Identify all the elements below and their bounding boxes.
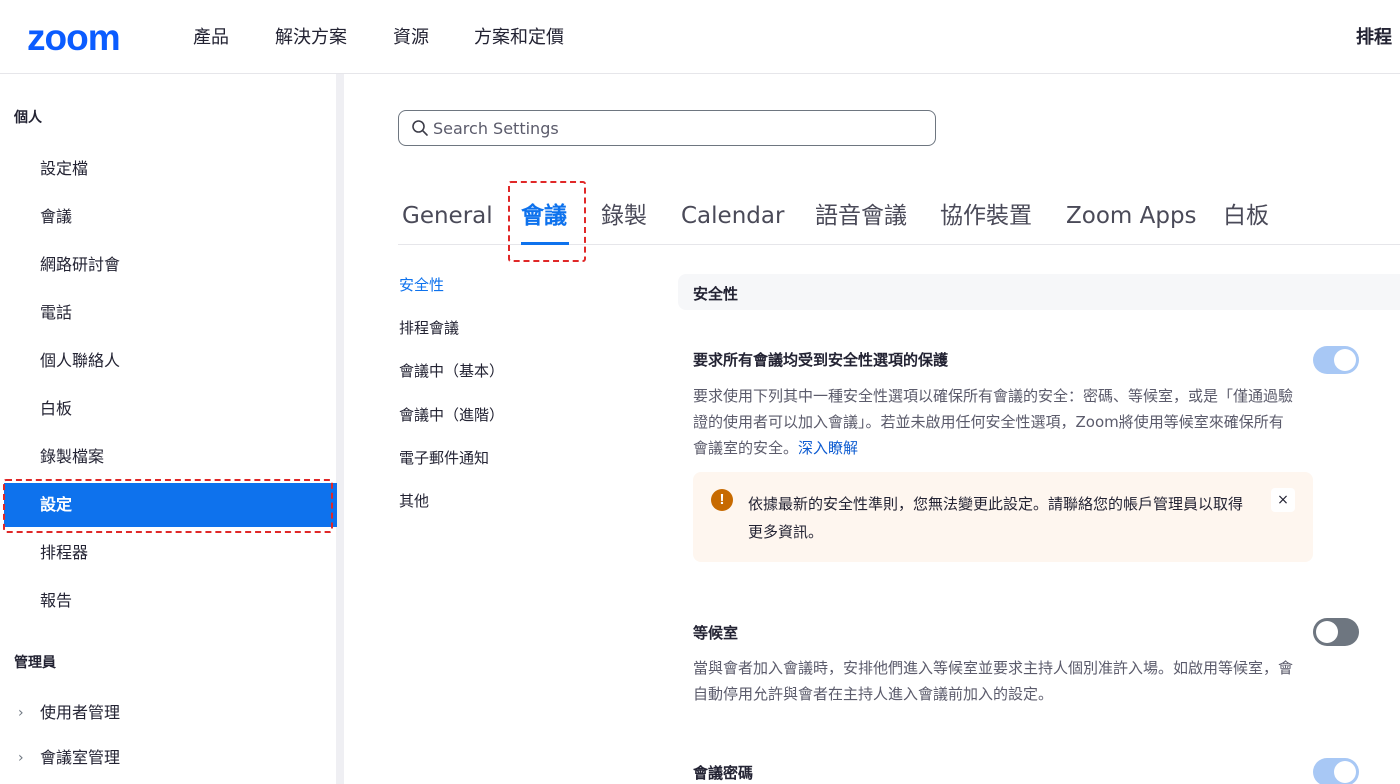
locked-setting-alert: ! 依據最新的安全性準則，您無法變更此設定。請聯絡您的帳戶管理員以取得更多資訊。… [693, 472, 1313, 562]
subnav-security[interactable]: 安全性 [399, 275, 444, 295]
nav-products[interactable]: 產品 [193, 26, 229, 50]
tab-calendar[interactable]: Calendar [681, 200, 784, 232]
sidebar: 個人 設定檔 會議 網路研討會 電話 個人聯絡人 白板 錄製檔案 設定 排程器 … [0, 74, 344, 784]
nav-schedule[interactable]: 排程 [1356, 26, 1392, 50]
top-navigation: zoom 產品 解決方案 資源 方案和定價 排程 [0, 0, 1400, 74]
tab-collaboration-devices[interactable]: 協作裝置 [940, 200, 1032, 232]
subnav-other[interactable]: 其他 [399, 491, 429, 511]
sidebar-item-webinars[interactable]: 網路研討會 [0, 243, 336, 287]
sidebar-item-label: 網路研討會 [40, 255, 121, 274]
exclamation-icon: ! [711, 489, 733, 511]
sidebar-item-scheduler[interactable]: 排程器 [0, 531, 336, 575]
search-input[interactable] [433, 117, 913, 139]
search-icon [412, 120, 428, 136]
section-header-security: 安全性 [678, 274, 1400, 310]
toggle-require-security[interactable] [1313, 346, 1359, 374]
setting-title-meeting-passcode: 會議密碼 [693, 764, 754, 782]
sidebar-item-whiteboards[interactable]: 白板 [0, 387, 336, 431]
sidebar-item-label: 設定檔 [40, 159, 89, 178]
chevron-right-icon: › [18, 705, 24, 721]
subnav-in-meeting-advanced[interactable]: 會議中（進階） [399, 405, 504, 425]
sidebar-item-label: 白板 [40, 399, 73, 418]
sidebar-item-label: 報告 [40, 591, 73, 610]
tab-zoom-apps[interactable]: Zoom Apps [1066, 200, 1197, 232]
settings-tabs: General 會議 錄製 Calendar 語音會議 協作裝置 Zoom Ap… [398, 180, 1400, 245]
tab-general[interactable]: General [402, 200, 493, 232]
learn-more-link[interactable]: 深入瞭解 [798, 439, 858, 457]
setting-desc-require-security: 要求使用下列其中一種安全性選項以確保所有會議的安全：密碼、等候室，或是「僅通過驗… [693, 383, 1293, 461]
tab-audio-conferencing[interactable]: 語音會議 [815, 200, 907, 232]
sidebar-item-profile[interactable]: 設定檔 [0, 147, 336, 191]
setting-title-waiting-room: 等候室 [693, 624, 739, 642]
sidebar-item-label: 設定 [40, 495, 73, 514]
tab-meeting[interactable]: 會議 [521, 200, 567, 232]
sidebar-item-phone[interactable]: 電話 [0, 291, 336, 335]
sidebar-item-label: 排程器 [40, 543, 89, 562]
toggle-meeting-passcode[interactable] [1313, 758, 1359, 784]
subnav-email-notification[interactable]: 電子郵件通知 [399, 448, 489, 468]
sidebar-item-settings[interactable]: 設定 [4, 483, 337, 527]
toggle-knob [1316, 621, 1338, 643]
subnav-in-meeting-basic[interactable]: 會議中（基本） [399, 361, 504, 381]
sidebar-item-personal-contacts[interactable]: 個人聯絡人 [0, 339, 336, 383]
subnav-schedule-meeting[interactable]: 排程會議 [399, 318, 459, 338]
active-tab-indicator [521, 242, 569, 245]
nav-plans-pricing[interactable]: 方案和定價 [474, 26, 564, 50]
tab-whiteboard[interactable]: 白板 [1223, 200, 1269, 232]
zoom-logo[interactable]: zoom [27, 18, 121, 58]
setting-title-require-security: 要求所有會議均受到安全性選項的保護 [693, 351, 949, 369]
toggle-waiting-room[interactable] [1313, 618, 1359, 646]
sidebar-item-reports[interactable]: 報告 [0, 579, 336, 623]
chevron-right-icon: › [18, 750, 24, 766]
sidebar-item-label: 會議室管理 [40, 748, 121, 767]
sidebar-item-label: 錄製檔案 [40, 447, 105, 466]
setting-desc-text: 要求使用下列其中一種安全性選項以確保所有會議的安全：密碼、等候室，或是「僅通過驗… [693, 387, 1294, 457]
nav-resources[interactable]: 資源 [393, 26, 429, 50]
toggle-knob [1334, 349, 1356, 371]
close-icon[interactable]: × [1271, 488, 1295, 512]
sidebar-item-user-management[interactable]: › 使用者管理 [0, 691, 336, 735]
sidebar-item-label: 個人聯絡人 [40, 351, 121, 370]
sidebar-item-label: 會議 [40, 207, 73, 226]
sidebar-item-label: 電話 [40, 303, 73, 322]
tab-recording[interactable]: 錄製 [601, 200, 647, 232]
sidebar-item-label: 使用者管理 [40, 703, 121, 722]
nav-solutions[interactable]: 解決方案 [275, 26, 347, 50]
section-title: 安全性 [693, 285, 739, 303]
sidebar-heading-personal: 個人 [14, 110, 42, 126]
toggle-knob [1334, 761, 1356, 783]
sidebar-heading-admin: 管理員 [14, 655, 56, 671]
setting-desc-waiting-room: 當與會者加入會議時，安排他們進入等候室並要求主持人個別准許入場。如啟用等候室，會… [693, 659, 1294, 703]
sidebar-item-meetings[interactable]: 會議 [0, 195, 336, 239]
sidebar-item-room-management[interactable]: › 會議室管理 [0, 736, 336, 780]
search-box[interactable] [398, 110, 936, 146]
alert-message: 依據最新的安全性準則，您無法變更此設定。請聯絡您的帳戶管理員以取得更多資訊。 [748, 495, 1244, 541]
sidebar-item-recordings[interactable]: 錄製檔案 [0, 435, 336, 479]
